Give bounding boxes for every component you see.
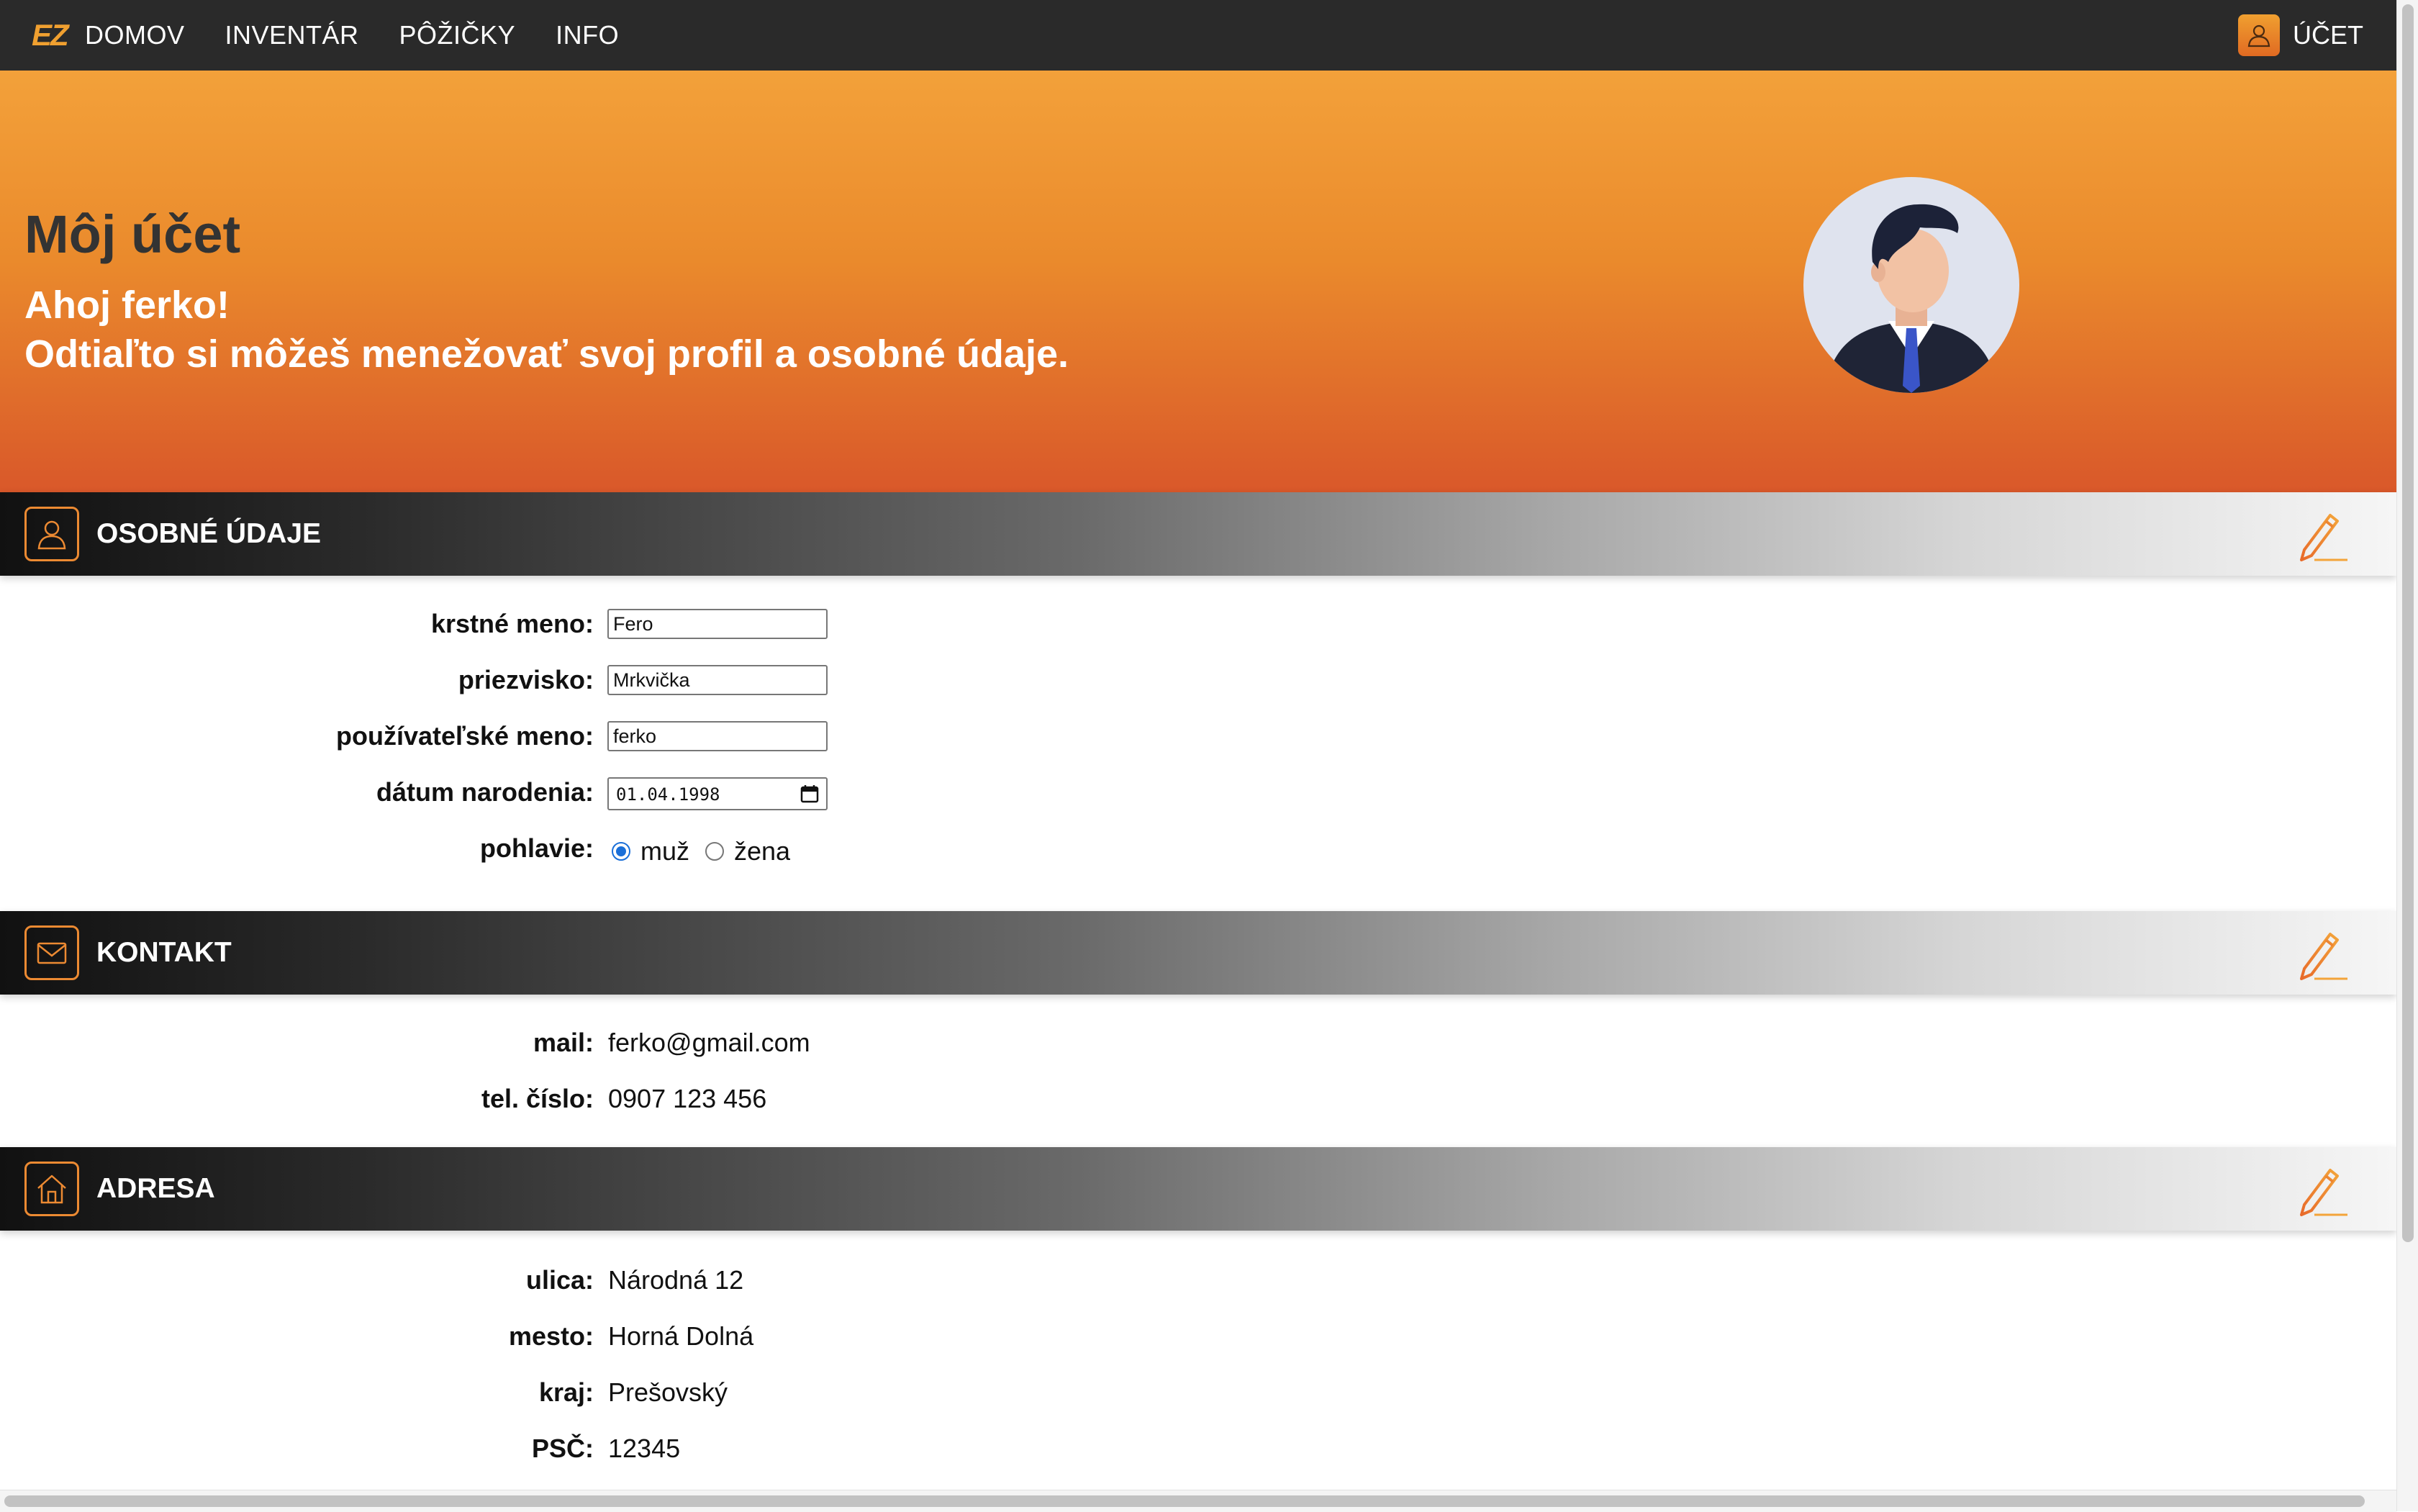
last-name-label: priezvisko:	[458, 665, 594, 694]
phone-value: 0907 123 456	[608, 1084, 767, 1113]
section-address-header: ADRESA	[0, 1147, 2396, 1231]
zip-label: PSČ:	[531, 1434, 594, 1463]
section-personal-header: OSOBNÉ ÚDAJE	[0, 492, 2396, 576]
avatar	[1803, 177, 2019, 393]
row-street: ulica: Národná 12	[0, 1259, 2396, 1303]
region-value: Prešovský	[608, 1377, 728, 1407]
pencil-icon[interactable]	[2293, 1163, 2352, 1218]
nav-link-inventar[interactable]: INVENTÁR	[225, 20, 359, 50]
row-city: mesto: Horná Dolná	[0, 1316, 2396, 1359]
gender-radio-male[interactable]	[612, 842, 630, 861]
row-mail: mail: ferko@gmail.com	[0, 1022, 2396, 1065]
gender-option-male[interactable]: muž	[640, 836, 689, 866]
nav-link-pozicky[interactable]: PÔŽIČKY	[399, 20, 516, 50]
person-icon	[24, 507, 79, 561]
mail-label: mail:	[533, 1028, 594, 1057]
nav-link-domov[interactable]: DOMOV	[85, 20, 185, 50]
section-contact-header: KONTAKT	[0, 911, 2396, 995]
page-title: Môj účet	[24, 204, 241, 264]
row-phone: tel. číslo: 0907 123 456	[0, 1078, 2396, 1121]
city-label: mesto:	[508, 1321, 594, 1351]
envelope-icon	[24, 925, 79, 980]
section-title-personal: OSOBNÉ ÚDAJE	[96, 518, 322, 549]
gender-option-female[interactable]: žena	[734, 836, 790, 866]
phone-label: tel. číslo:	[481, 1084, 594, 1113]
vertical-scrollbar[interactable]	[2396, 0, 2418, 1511]
section-title-contact: KONTAKT	[96, 937, 232, 968]
horizontal-scrollbar[interactable]	[0, 1490, 2396, 1512]
first-name-input[interactable]	[607, 609, 828, 639]
mail-value: ferko@gmail.com	[608, 1028, 810, 1057]
hero-subtitle: Odtiaľto si môžeš menežovať svoj profil …	[24, 332, 1069, 376]
row-birthdate: dátum narodenia: 01.04.1998	[0, 771, 2396, 815]
horizontal-scrollbar-thumb[interactable]	[4, 1495, 2365, 1507]
person-icon	[2238, 14, 2280, 56]
username-label: používateľské meno:	[336, 721, 594, 751]
account-label: ÚČET	[2293, 20, 2363, 50]
first-name-label: krstné meno:	[430, 609, 594, 638]
greeting: Ahoj ferko!	[24, 284, 230, 327]
section-title-address: ADRESA	[96, 1173, 215, 1204]
house-icon	[24, 1162, 79, 1216]
birthdate-value: 01.04.1998	[616, 784, 720, 805]
region-label: kraj:	[538, 1377, 594, 1407]
street-label: ulica:	[525, 1265, 594, 1295]
vertical-scrollbar-thumb[interactable]	[2402, 4, 2414, 1242]
row-zip: PSČ: 12345	[0, 1428, 2396, 1471]
birthdate-label: dátum narodenia:	[376, 777, 594, 807]
last-name-input[interactable]	[607, 665, 828, 695]
top-navigation: EZ DOMOV INVENTÁR PÔŽIČKY INFO ÚČET	[0, 0, 2396, 71]
pencil-icon[interactable]	[2293, 508, 2352, 563]
logo[interactable]: EZ	[32, 20, 76, 50]
nav-link-info[interactable]: INFO	[556, 20, 619, 50]
city-value: Horná Dolná	[608, 1321, 754, 1351]
row-last-name: priezvisko:	[0, 659, 2396, 702]
gender-radio-group: muž žena	[612, 836, 806, 866]
username-input[interactable]	[607, 721, 828, 751]
gender-radio-female[interactable]	[705, 842, 725, 861]
row-first-name: krstné meno:	[0, 603, 2396, 646]
street-value: Národná 12	[608, 1265, 744, 1295]
row-gender: pohlavie: muž žena	[0, 828, 2396, 871]
row-username: používateľské meno:	[0, 715, 2396, 759]
gender-label: pohlavie:	[479, 833, 594, 863]
birthdate-input[interactable]: 01.04.1998	[607, 777, 828, 810]
account-button[interactable]: ÚČET	[2238, 14, 2363, 56]
calendar-icon[interactable]	[800, 784, 819, 807]
row-region: kraj: Prešovský	[0, 1372, 2396, 1415]
pencil-icon[interactable]	[2293, 927, 2352, 982]
zip-value: 12345	[608, 1434, 681, 1463]
hero-banner: Môj účet Ahoj ferko! Odtiaľto si môžeš m…	[0, 71, 2396, 492]
